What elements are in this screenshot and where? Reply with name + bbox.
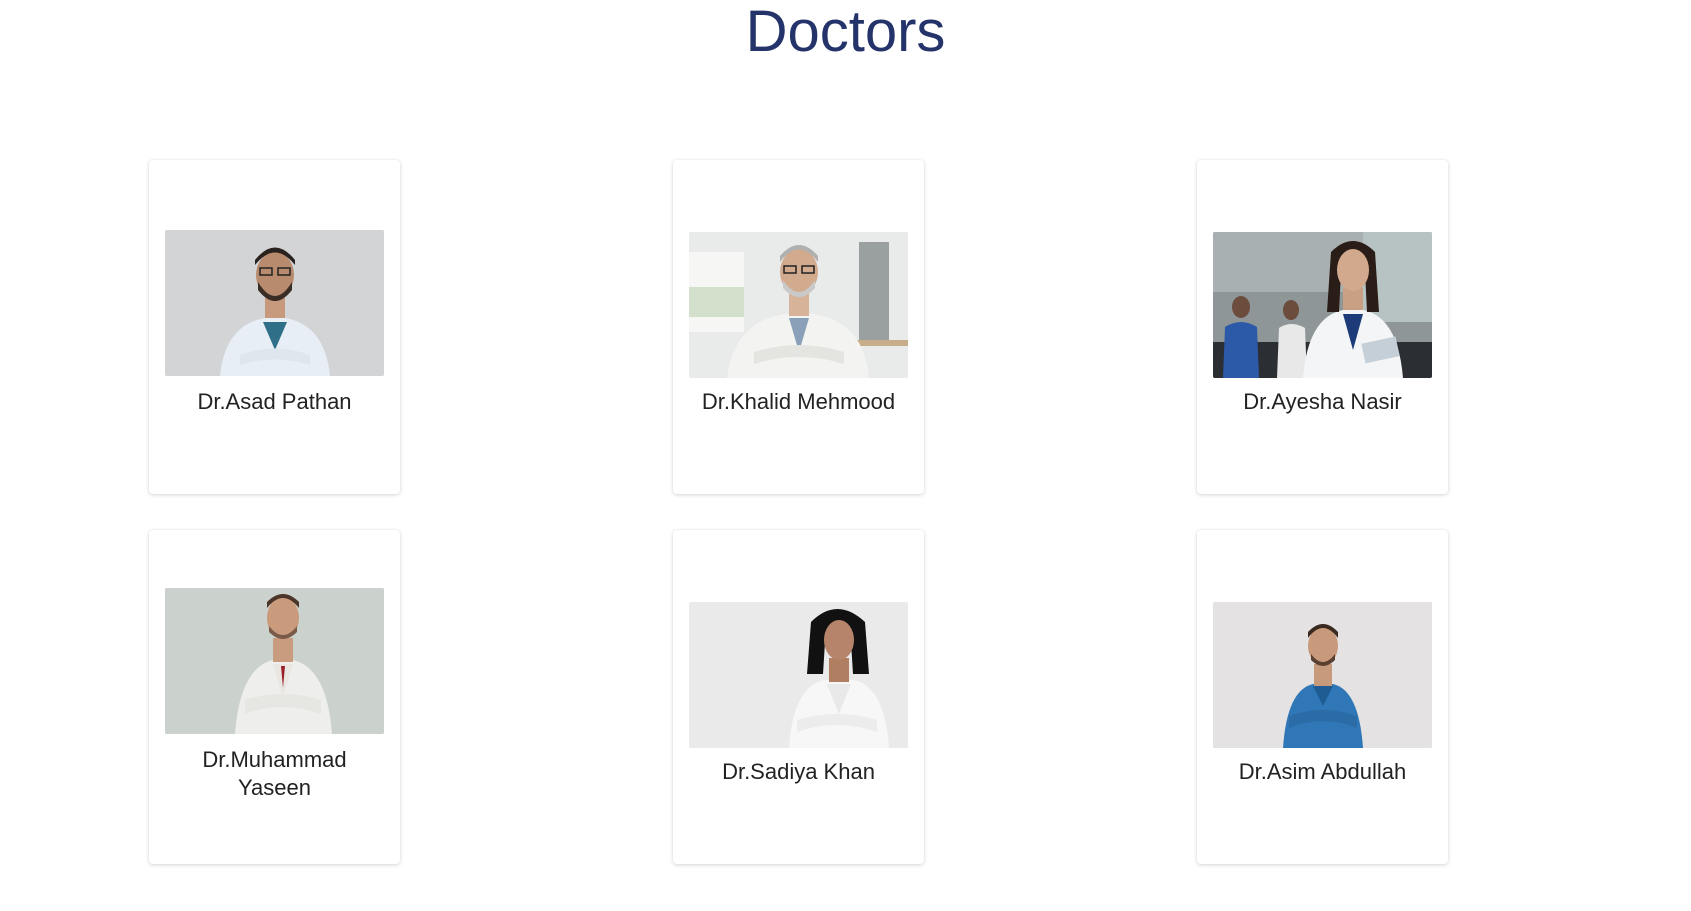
- doctor-photo: [1213, 232, 1432, 378]
- doctor-name: Dr.Sadiya Khan: [722, 759, 875, 784]
- doctor-photo-icon: [1213, 602, 1432, 748]
- doctor-card[interactable]: Dr.Ayesha Nasir: [1197, 160, 1448, 494]
- doctor-card[interactable]: Dr.Sadiya Khan: [673, 530, 924, 864]
- doctor-photo: [165, 588, 384, 734]
- doctor-card[interactable]: Dr.Muhammad Yaseen: [149, 530, 400, 864]
- doctor-photo: [1213, 602, 1432, 748]
- doctor-name: Dr.Ayesha Nasir: [1243, 389, 1402, 414]
- doctor-photo: [689, 602, 908, 748]
- doctor-photo-icon: [1213, 232, 1432, 378]
- doctor-card[interactable]: Dr.Khalid Mehmood: [673, 160, 924, 494]
- doctor-card[interactable]: Dr.Asad Pathan: [149, 160, 400, 494]
- doctor-name: Dr.Khalid Mehmood: [701, 389, 896, 414]
- doctor-photo: [689, 232, 908, 378]
- doctor-photo-icon: [165, 230, 384, 376]
- doctor-photo-icon: [689, 602, 908, 748]
- doctor-name: Dr.Asad Pathan: [197, 389, 352, 414]
- doctor-photo-icon: [165, 588, 384, 734]
- page-title: Doctors: [745, 0, 946, 64]
- doctor-photo-icon: [689, 232, 908, 378]
- doctor-name: Dr.Muhammad Yaseen: [202, 747, 347, 800]
- doctor-photo: [165, 230, 384, 376]
- doctor-name: Dr.Asim Abdullah: [1238, 759, 1407, 784]
- doctor-card[interactable]: Dr.Asim Abdullah: [1197, 530, 1448, 864]
